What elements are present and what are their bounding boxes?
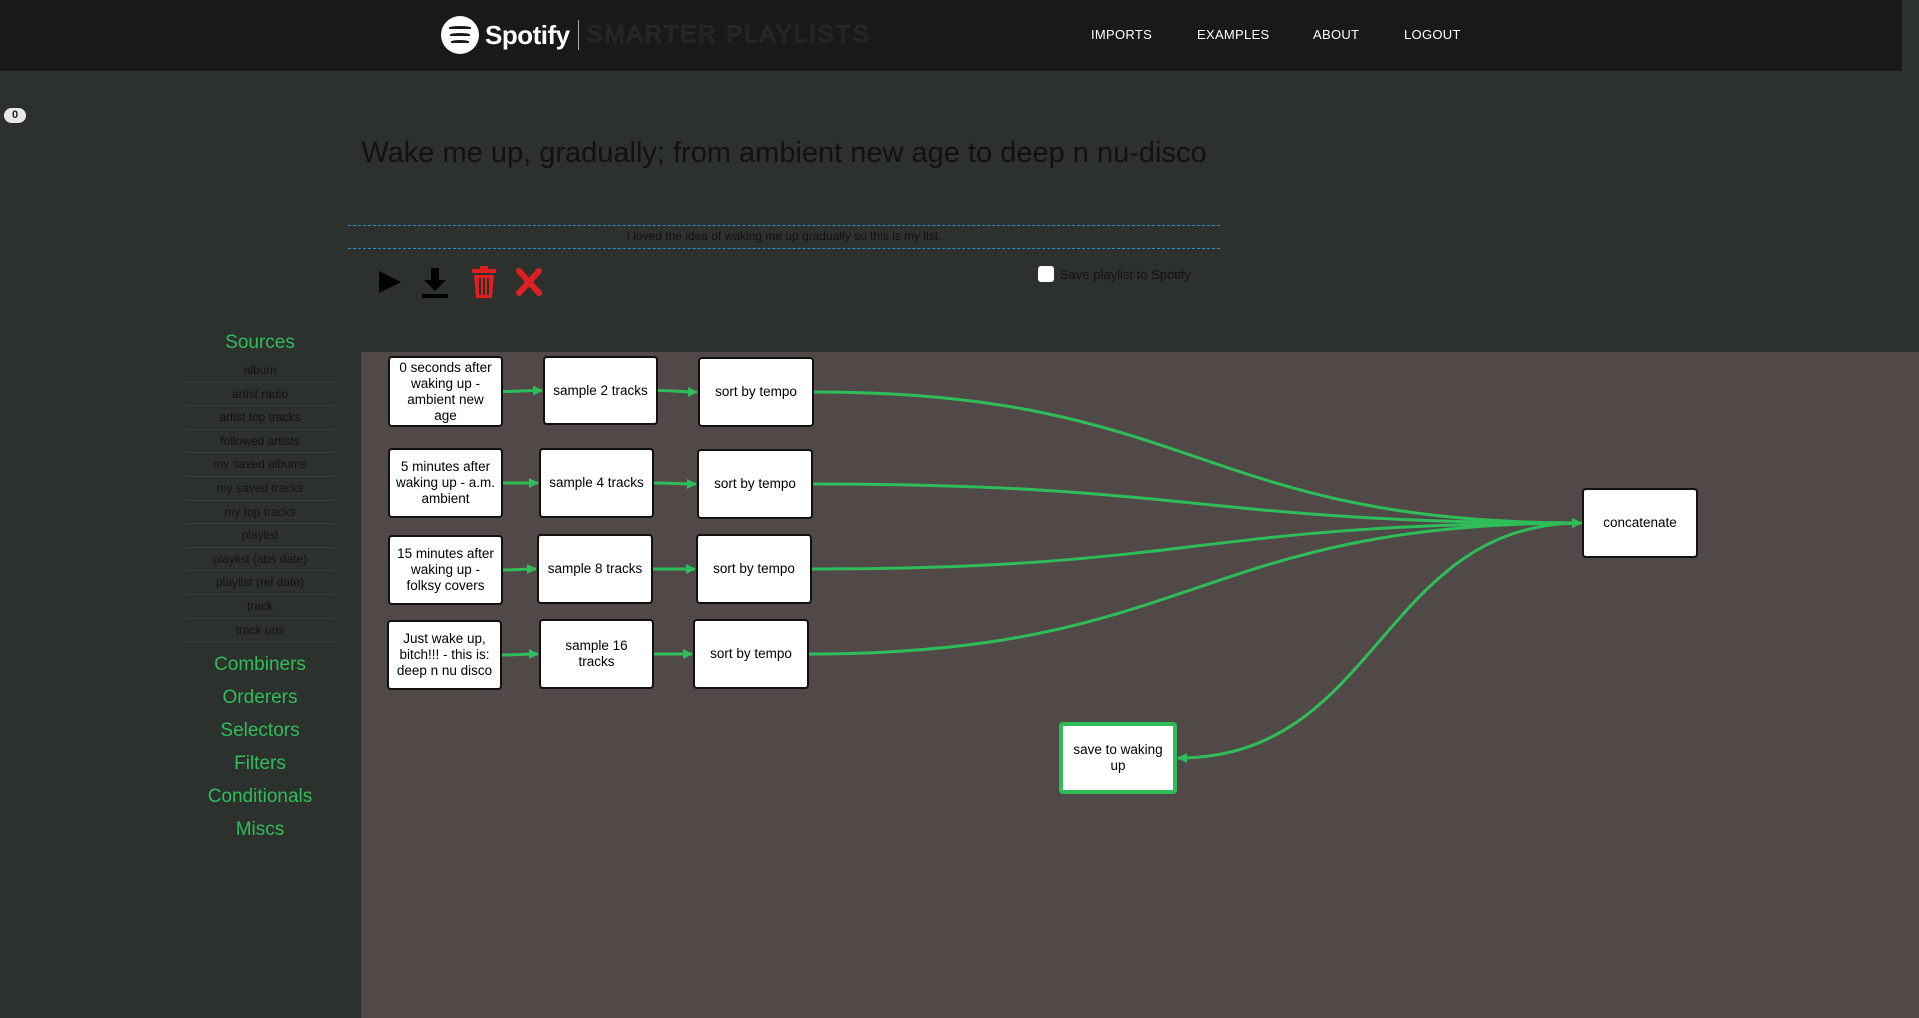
logo-divider — [577, 20, 579, 50]
node-sorter[interactable]: sort by tempo — [698, 357, 814, 427]
source-item-album[interactable]: album — [186, 359, 334, 383]
nav-examples[interactable]: EXAMPLES — [1197, 27, 1269, 42]
node-sampler[interactable]: sample 8 tracks — [537, 534, 653, 604]
edge-o3-to-cat[interactable] — [811, 518, 1582, 571]
sidebar-category-miscs[interactable]: Miscs — [186, 813, 334, 846]
source-item-artist-top-tracks[interactable]: artist top tracks — [186, 406, 334, 430]
node-source[interactable]: 15 minutes after waking up - folksy cove… — [388, 535, 503, 605]
node-sorter[interactable]: sort by tempo — [697, 449, 813, 519]
save-to-spotify-option[interactable]: Save playlist to Spotify — [1038, 266, 1191, 282]
source-item-my-saved-tracks[interactable]: my saved tracks — [186, 477, 334, 501]
node-sampler[interactable]: sample 16 tracks — [539, 619, 654, 689]
node-combiner[interactable]: concatenate — [1582, 488, 1698, 558]
save-to-spotify-checkbox[interactable] — [1038, 266, 1054, 282]
edge-cat-to-save[interactable] — [1177, 521, 1583, 763]
edge-p2-to-o2[interactable] — [653, 478, 697, 489]
edge-p1-to-o1[interactable] — [657, 386, 698, 397]
node-sampler[interactable]: sample 2 tracks — [543, 356, 658, 425]
node-source[interactable]: 5 minutes after waking up - a.m. ambient — [388, 448, 503, 518]
node-source[interactable]: 0 seconds after waking up - ambient new … — [388, 356, 503, 427]
trash-icon[interactable] — [469, 264, 499, 300]
edge-s1-to-p1[interactable] — [502, 385, 543, 396]
source-item-my-saved-albums[interactable]: my saved albums — [186, 453, 334, 477]
edge-o4-to-cat[interactable] — [808, 518, 1582, 656]
save-to-spotify-label: Save playlist to Spotify — [1060, 266, 1191, 282]
close-icon[interactable] — [514, 264, 544, 300]
nav-imports[interactable]: IMPORTS — [1091, 27, 1152, 42]
nav-logout[interactable]: LOGOUT — [1404, 27, 1461, 42]
top-bar: Spotify SMARTER PLAYLISTS IMPORTS EXAMPL… — [0, 0, 1902, 71]
source-item-my-top-tracks[interactable]: my top tracks — [186, 501, 334, 525]
spotify-logo[interactable]: Spotify SMARTER PLAYLISTS — [441, 16, 870, 54]
edge-s4-to-p4[interactable] — [501, 649, 539, 660]
spotify-icon — [441, 16, 479, 54]
node-save-playlist[interactable]: save to waking up — [1059, 722, 1177, 794]
source-item-track-uris[interactable]: track uris — [186, 619, 334, 643]
nav-about[interactable]: ABOUT — [1313, 27, 1359, 42]
component-sidebar: Sources album artist radio artist top tr… — [186, 326, 334, 846]
source-item-playlist[interactable]: playlist — [186, 524, 334, 548]
edge-s3-to-p3[interactable] — [502, 564, 537, 575]
play-icon[interactable] — [375, 264, 405, 300]
sidebar-category-sources[interactable]: Sources — [186, 326, 334, 359]
program-description[interactable]: I loved the idea of waking me up gradual… — [348, 225, 1220, 249]
sources-list: album artist radio artist top tracks fol… — [186, 359, 334, 643]
node-sampler[interactable]: sample 4 tracks — [539, 448, 654, 518]
node-source[interactable]: Just wake up, bitch!!! - this is: deep n… — [387, 620, 502, 690]
node-sorter[interactable]: sort by tempo — [696, 534, 812, 604]
brand-subtitle: SMARTER PLAYLISTS — [586, 21, 871, 49]
program-title[interactable]: Wake me up, gradually; from ambient new … — [360, 130, 1208, 176]
sidebar-category-selectors[interactable]: Selectors — [186, 714, 334, 747]
source-item-artist-radio[interactable]: artist radio — [186, 383, 334, 407]
source-item-playlist-abs-date[interactable]: playlist (abs date) — [186, 548, 334, 572]
source-item-track[interactable]: track — [186, 595, 334, 619]
sidebar-category-combiners[interactable]: Combiners — [186, 648, 334, 681]
source-item-playlist-rel-date[interactable]: playlist (rel date) — [186, 571, 334, 595]
counter-badge: 0 — [4, 108, 26, 123]
sidebar-category-orderers[interactable]: Orderers — [186, 681, 334, 714]
download-icon[interactable] — [420, 264, 450, 300]
program-canvas[interactable]: 0 seconds after waking up - ambient new … — [361, 352, 1919, 1018]
sidebar-category-filters[interactable]: Filters — [186, 747, 334, 780]
source-item-followed-artists[interactable]: followed artists — [186, 430, 334, 454]
node-sorter[interactable]: sort by tempo — [693, 619, 809, 689]
sidebar-category-conditionals[interactable]: Conditionals — [186, 780, 334, 813]
brand-name: Spotify — [485, 19, 570, 50]
